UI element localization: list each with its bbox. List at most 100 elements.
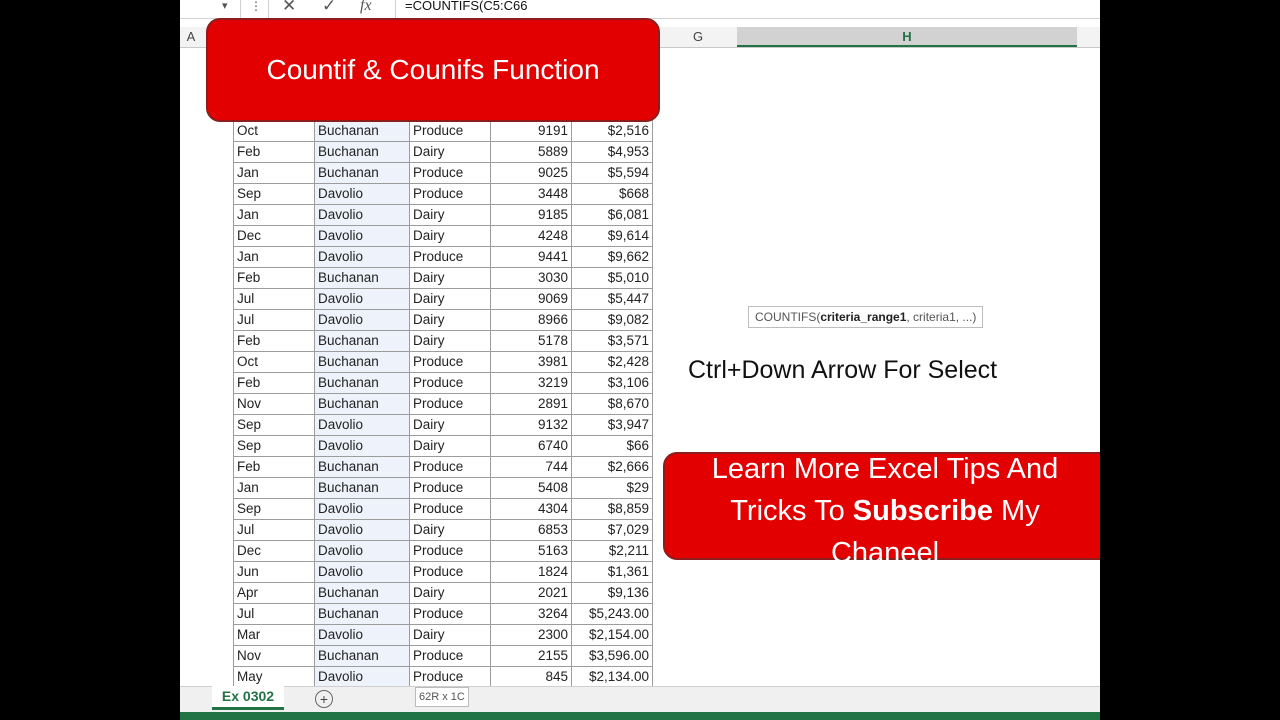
table-cell[interactable]: Feb bbox=[233, 330, 315, 352]
table-cell[interactable]: Oct bbox=[233, 120, 315, 142]
table-cell[interactable]: Produce bbox=[409, 498, 491, 520]
table-cell[interactable]: Jan bbox=[233, 204, 315, 226]
table-cell[interactable]: Davolio bbox=[314, 435, 410, 457]
table-cell[interactable]: Feb bbox=[233, 372, 315, 394]
table-cell[interactable]: Davolio bbox=[314, 498, 410, 520]
table-cell[interactable]: Produce bbox=[409, 162, 491, 184]
table-cell[interactable]: Davolio bbox=[314, 288, 410, 310]
table-cell[interactable]: $29 bbox=[571, 477, 653, 499]
table-cell[interactable]: 5889 bbox=[490, 141, 572, 163]
table-cell[interactable]: 5408 bbox=[490, 477, 572, 499]
table-cell[interactable]: Sep bbox=[233, 414, 315, 436]
table-cell[interactable]: Oct bbox=[233, 351, 315, 373]
table-cell[interactable]: $9,082 bbox=[571, 309, 653, 331]
table-cell[interactable]: 9441 bbox=[490, 246, 572, 268]
table-cell[interactable]: Produce bbox=[409, 120, 491, 142]
table-cell[interactable]: Davolio bbox=[314, 624, 410, 646]
table-cell[interactable]: Davolio bbox=[314, 561, 410, 583]
table-cell[interactable]: 6853 bbox=[490, 519, 572, 541]
add-sheet-icon[interactable]: + bbox=[315, 690, 333, 708]
table-cell[interactable]: 9025 bbox=[490, 162, 572, 184]
table-cell[interactable]: Dairy bbox=[409, 204, 491, 226]
table-cell[interactable]: Buchanan bbox=[314, 582, 410, 604]
table-cell[interactable]: $2,154.00 bbox=[571, 624, 653, 646]
table-cell[interactable]: $9,662 bbox=[571, 246, 653, 268]
table-cell[interactable]: $668 bbox=[571, 183, 653, 205]
table-cell[interactable]: Nov bbox=[233, 645, 315, 667]
table-cell[interactable]: Produce bbox=[409, 351, 491, 373]
table-cell[interactable]: 4248 bbox=[490, 225, 572, 247]
table-cell[interactable]: Dairy bbox=[409, 141, 491, 163]
table-cell[interactable]: 2300 bbox=[490, 624, 572, 646]
table-cell[interactable]: Buchanan bbox=[314, 456, 410, 478]
table-cell[interactable]: Dairy bbox=[409, 225, 491, 247]
table-cell[interactable]: Nov bbox=[233, 393, 315, 415]
table-cell[interactable]: Feb bbox=[233, 456, 315, 478]
table-cell[interactable]: $5,447 bbox=[571, 288, 653, 310]
table-cell[interactable]: 1824 bbox=[490, 561, 572, 583]
table-cell[interactable]: $2,428 bbox=[571, 351, 653, 373]
table-cell[interactable]: Buchanan bbox=[314, 645, 410, 667]
table-cell[interactable]: Buchanan bbox=[314, 120, 410, 142]
formula-input[interactable]: =COUNTIFS(C5:C66 bbox=[405, 0, 527, 14]
table-cell[interactable]: Produce bbox=[409, 456, 491, 478]
table-cell[interactable]: $2,211 bbox=[571, 540, 653, 562]
table-cell[interactable]: 9132 bbox=[490, 414, 572, 436]
table-cell[interactable]: Davolio bbox=[314, 225, 410, 247]
table-cell[interactable]: Feb bbox=[233, 141, 315, 163]
table-cell[interactable]: Buchanan bbox=[314, 141, 410, 163]
table-cell[interactable]: Dairy bbox=[409, 519, 491, 541]
cancel-icon[interactable]: ✕ bbox=[282, 0, 296, 15]
table-cell[interactable]: Feb bbox=[233, 267, 315, 289]
table-cell[interactable]: Produce bbox=[409, 561, 491, 583]
table-cell[interactable]: 3264 bbox=[490, 603, 572, 625]
table-cell[interactable]: Davolio bbox=[314, 204, 410, 226]
table-cell[interactable]: $9,136 bbox=[571, 582, 653, 604]
table-cell[interactable]: $7,029 bbox=[571, 519, 653, 541]
table-cell[interactable]: Buchanan bbox=[314, 267, 410, 289]
table-cell[interactable]: Jul bbox=[233, 309, 315, 331]
table-cell[interactable]: Buchanan bbox=[314, 372, 410, 394]
table-cell[interactable]: 2891 bbox=[490, 393, 572, 415]
table-cell[interactable]: Dairy bbox=[409, 582, 491, 604]
table-cell[interactable]: $9,614 bbox=[571, 225, 653, 247]
table-cell[interactable]: 5163 bbox=[490, 540, 572, 562]
table-cell[interactable]: 6740 bbox=[490, 435, 572, 457]
table-cell[interactable]: Dec bbox=[233, 540, 315, 562]
table-cell[interactable]: Produce bbox=[409, 393, 491, 415]
table-cell[interactable]: Davolio bbox=[314, 414, 410, 436]
table-cell[interactable]: 5178 bbox=[490, 330, 572, 352]
more-options-icon[interactable]: ⋮ bbox=[250, 0, 262, 15]
table-cell[interactable]: $6,081 bbox=[571, 204, 653, 226]
table-cell[interactable]: Jul bbox=[233, 288, 315, 310]
table-cell[interactable]: Davolio bbox=[314, 540, 410, 562]
table-cell[interactable]: $5,010 bbox=[571, 267, 653, 289]
table-cell[interactable]: Jan bbox=[233, 162, 315, 184]
table-cell[interactable]: Dec bbox=[233, 225, 315, 247]
tooltip-current-arg[interactable]: criteria_range1 bbox=[820, 310, 906, 324]
table-cell[interactable]: Buchanan bbox=[314, 393, 410, 415]
table-cell[interactable]: Dairy bbox=[409, 330, 491, 352]
namebox-dropdown-icon[interactable]: ▾ bbox=[222, 0, 228, 15]
table-cell[interactable]: Buchanan bbox=[314, 351, 410, 373]
table-cell[interactable]: Produce bbox=[409, 372, 491, 394]
table-cell[interactable]: 8966 bbox=[490, 309, 572, 331]
table-cell[interactable]: $5,594 bbox=[571, 162, 653, 184]
table-cell[interactable]: Jun bbox=[233, 561, 315, 583]
table-cell[interactable]: 3448 bbox=[490, 183, 572, 205]
table-cell[interactable]: Sep bbox=[233, 435, 315, 457]
table-cell[interactable]: 845 bbox=[490, 666, 572, 688]
table-cell[interactable]: 2155 bbox=[490, 645, 572, 667]
column-header-g[interactable]: G bbox=[660, 27, 736, 47]
table-cell[interactable]: Jul bbox=[233, 603, 315, 625]
table-cell[interactable]: Produce bbox=[409, 540, 491, 562]
table-cell[interactable]: Sep bbox=[233, 498, 315, 520]
table-cell[interactable]: $3,106 bbox=[571, 372, 653, 394]
table-cell[interactable]: Apr bbox=[233, 582, 315, 604]
table-cell[interactable]: Produce bbox=[409, 246, 491, 268]
table-cell[interactable]: 9185 bbox=[490, 204, 572, 226]
table-cell[interactable]: Produce bbox=[409, 666, 491, 688]
sheet-tab-ex0302[interactable]: Ex 0302 bbox=[212, 686, 284, 710]
table-cell[interactable]: Buchanan bbox=[314, 603, 410, 625]
table-cell[interactable]: Dairy bbox=[409, 267, 491, 289]
